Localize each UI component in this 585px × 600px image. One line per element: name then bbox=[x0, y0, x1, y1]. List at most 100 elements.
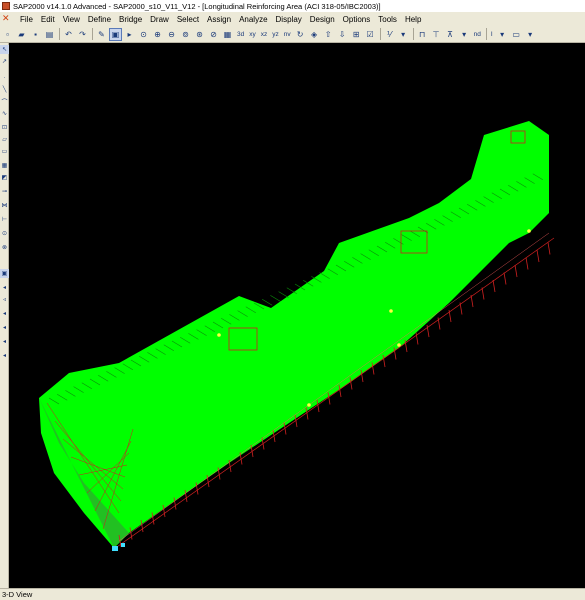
print-icon[interactable]: ▤ bbox=[43, 28, 56, 41]
column-rebar bbox=[536, 249, 540, 263]
window-title: SAP2000 v14.1.0 Advanced - SAP2000_s10_V… bbox=[13, 1, 381, 11]
highlight-marker bbox=[397, 343, 401, 347]
dropdown-arrow-icon[interactable]: ▾ bbox=[458, 28, 471, 41]
snap-intersections-icon[interactable]: ◂ bbox=[0, 351, 9, 360]
frame-member bbox=[270, 295, 281, 302]
frame-joint-icon[interactable]: ⊤ bbox=[430, 28, 443, 41]
view-yz-button[interactable]: yz bbox=[270, 28, 281, 41]
menu-tools[interactable]: Tools bbox=[374, 15, 401, 24]
view-nv-button[interactable]: nv bbox=[282, 28, 293, 41]
model-3d-view[interactable] bbox=[9, 43, 585, 588]
menu-options[interactable]: Options bbox=[339, 15, 375, 24]
lock-icon[interactable]: ▣ bbox=[109, 27, 122, 41]
view-nd-button[interactable]: nd bbox=[472, 28, 483, 41]
draw-section-cut-icon[interactable]: ⋈ bbox=[0, 201, 9, 210]
draw-link-icon[interactable]: ⊸ bbox=[0, 187, 9, 196]
new-model-icon[interactable]: ▫ bbox=[1, 28, 14, 41]
menu-select[interactable]: Select bbox=[173, 15, 203, 24]
view-3d-button[interactable]: 3d bbox=[235, 28, 246, 41]
pointer-icon[interactable]: ↖ bbox=[0, 45, 9, 54]
support-marker bbox=[112, 546, 118, 551]
display-window-icon[interactable]: ▭ bbox=[510, 28, 523, 41]
redo-icon[interactable]: ↷ bbox=[76, 28, 89, 41]
toolbar-separator bbox=[92, 28, 93, 40]
reshape-icon[interactable]: ↗ bbox=[0, 57, 9, 66]
menu-design[interactable]: Design bbox=[306, 15, 339, 24]
toolbar-separator bbox=[59, 28, 60, 40]
quick-draw-area-icon[interactable]: ▦ bbox=[0, 161, 9, 170]
pencil-icon[interactable]: ✎ bbox=[95, 28, 108, 41]
menu-define[interactable]: Define bbox=[84, 15, 115, 24]
zoom-full-icon[interactable]: ⊚ bbox=[179, 28, 192, 41]
draw-area-icon[interactable]: ▱ bbox=[0, 135, 9, 144]
section-dropdown[interactable]: I bbox=[489, 28, 495, 41]
set-display-options-icon[interactable]: ☑ bbox=[364, 28, 377, 41]
draw-dimension-icon[interactable]: ⊢ bbox=[0, 215, 9, 224]
building-mass bbox=[39, 121, 549, 548]
frame-member bbox=[278, 291, 289, 298]
frame-icon[interactable]: ⊓ bbox=[416, 28, 429, 41]
pan-icon[interactable]: ⊘ bbox=[207, 28, 220, 41]
menu-analyze[interactable]: Analyze bbox=[235, 15, 271, 24]
draw-reference-point-icon[interactable]: ⊙ bbox=[0, 229, 9, 238]
menu-draw[interactable]: Draw bbox=[146, 15, 173, 24]
undo-icon[interactable]: ↶ bbox=[62, 28, 75, 41]
object-shrink-icon[interactable]: ⊞ bbox=[350, 28, 363, 41]
frame-deformed-icon[interactable]: ⊼ bbox=[444, 28, 457, 41]
move-down-icon[interactable]: ⇩ bbox=[336, 28, 349, 41]
menu-display[interactable]: Display bbox=[272, 15, 306, 24]
zoom-in-icon[interactable]: ⊕ bbox=[151, 28, 164, 41]
refresh-view-icon[interactable]: ▦ bbox=[221, 28, 234, 41]
menu-view[interactable]: View bbox=[59, 15, 84, 24]
open-folder-icon[interactable]: ▰ bbox=[15, 28, 28, 41]
snap-joints-icon[interactable]: ◂ bbox=[0, 323, 9, 332]
menu-help[interactable]: Help bbox=[401, 15, 425, 24]
left-toolbar: ↖ ↗ · ╲ ⌒ ∿ ⊡ ▱ ▭ ▦ ◩ ⊸ ⋈ ⊢ ⊙ ⊗ ▣ ◂ ◃ ◂ … bbox=[0, 43, 9, 588]
menu-edit[interactable]: Edit bbox=[37, 15, 59, 24]
save-icon[interactable]: ▪ bbox=[29, 28, 42, 41]
intersecting-line-icon[interactable]: ◂ bbox=[0, 309, 9, 318]
perspective-icon[interactable]: ◈ bbox=[308, 28, 321, 41]
draw-special-joint-icon[interactable]: ⊗ bbox=[0, 243, 9, 252]
move-up-icon[interactable]: ⇧ bbox=[322, 28, 335, 41]
title-bar: SAP2000 v14.1.0 Advanced - SAP2000_s10_V… bbox=[0, 0, 585, 12]
draw-tendon-icon[interactable]: ∿ bbox=[0, 109, 9, 118]
dropdown-arrow-icon[interactable]: ▾ bbox=[397, 28, 410, 41]
zoom-out-icon[interactable]: ⊖ bbox=[165, 28, 178, 41]
toolbar-separator bbox=[485, 28, 487, 40]
section-cut-icon[interactable]: ⅟ bbox=[383, 28, 396, 41]
select-all-icon[interactable]: ▣ bbox=[0, 269, 9, 278]
column-rebar bbox=[514, 264, 518, 278]
draw-rect-area-icon[interactable]: ▭ bbox=[0, 147, 9, 156]
draw-frame-icon[interactable]: ╲ bbox=[0, 85, 9, 94]
draw-solid-icon[interactable]: ◩ bbox=[0, 173, 9, 182]
menu-bar: File Edit View Define Bridge Draw Select… bbox=[0, 12, 585, 26]
frame-member bbox=[262, 298, 273, 306]
menu-file[interactable]: File bbox=[16, 15, 37, 24]
column-rebar bbox=[525, 257, 529, 270]
highlight-marker bbox=[307, 403, 311, 407]
clear-selection-icon[interactable]: ◃ bbox=[0, 295, 9, 304]
draw-cable-icon[interactable]: ⌒ bbox=[0, 97, 9, 106]
column-rebar bbox=[492, 279, 496, 293]
menu-assign[interactable]: Assign bbox=[203, 15, 235, 24]
dropdown-arrow-icon[interactable]: ▾ bbox=[524, 28, 537, 41]
structural-model-canvas[interactable] bbox=[9, 43, 585, 588]
sap2000-logo-icon[interactable] bbox=[2, 13, 11, 24]
view-xy-button[interactable]: xy bbox=[247, 28, 258, 41]
main-toolbar: ▫ ▰ ▪ ▤ ↶ ↷ ✎ ▣ ▸ ⊙ ⊕ ⊖ ⊚ ⊛ ⊘ ▦ 3d xy xz… bbox=[0, 26, 585, 43]
highlight-marker bbox=[217, 333, 221, 337]
rubber-band-zoom-icon[interactable]: ⊙ bbox=[137, 28, 150, 41]
app-icon bbox=[2, 2, 10, 10]
dropdown-arrow-icon[interactable]: ▾ bbox=[496, 28, 509, 41]
toolbar-separator bbox=[412, 28, 414, 40]
draw-joint-icon[interactable]: · bbox=[0, 73, 9, 82]
rotate-view-icon[interactable]: ↻ bbox=[294, 28, 307, 41]
snap-midpoints-icon[interactable]: ◂ bbox=[0, 337, 9, 346]
run-analysis-icon[interactable]: ▸ bbox=[123, 28, 136, 41]
get-previous-selection-icon[interactable]: ◂ bbox=[0, 283, 9, 292]
view-xz-button[interactable]: xz bbox=[259, 28, 270, 41]
zoom-previous-icon[interactable]: ⊛ bbox=[193, 28, 206, 41]
menu-bridge[interactable]: Bridge bbox=[115, 15, 146, 24]
quick-draw-frame-icon[interactable]: ⊡ bbox=[0, 123, 9, 132]
